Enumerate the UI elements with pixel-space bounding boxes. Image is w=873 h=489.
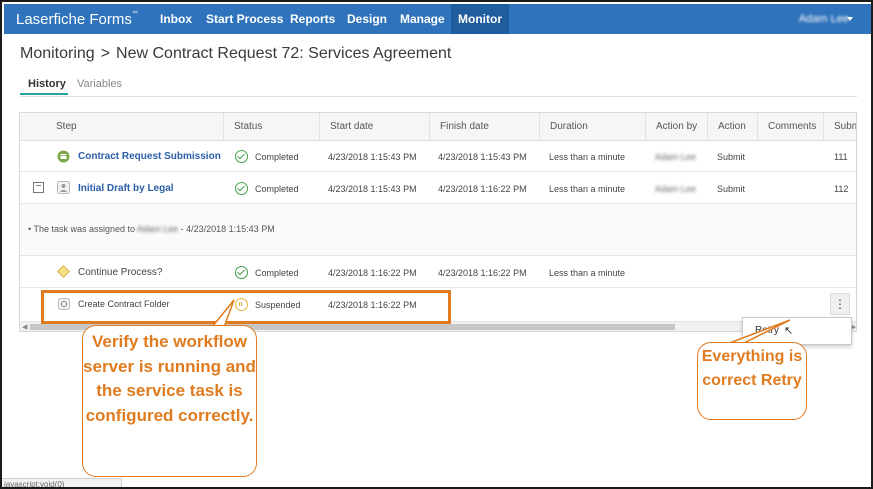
callout-verify-workflow: Verify the workflow server is running an… [82, 325, 257, 477]
callout-retry: Everything is correct Retry [697, 342, 807, 420]
browser-status-bar: javascript:void(0) [2, 478, 122, 487]
callout-right-tail [726, 319, 791, 345]
callout-left-tail [211, 299, 235, 328]
screenshot-frame: Laserfiche Forms™ Inbox Start Process Re… [0, 0, 873, 489]
